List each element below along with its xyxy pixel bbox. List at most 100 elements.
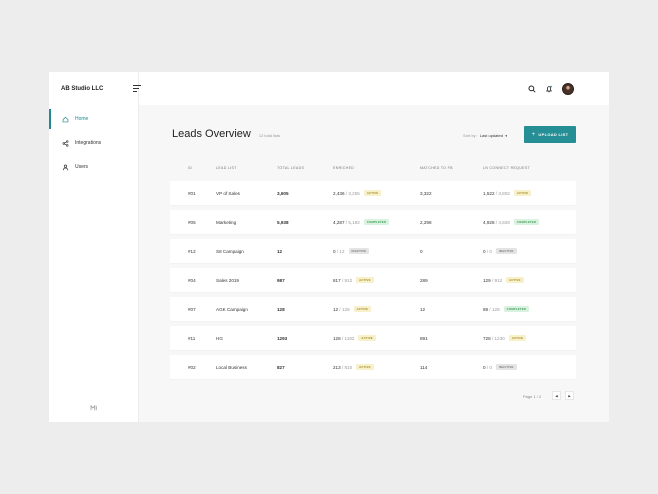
main-content: Leads Overview 12 total lists Sort by: La… — [133, 72, 609, 422]
status-badge: ACTIVE — [363, 190, 382, 196]
column-header: ID — [188, 166, 193, 170]
enriched-count: 817 — [333, 277, 341, 283]
enriched-count: 12 — [333, 306, 339, 312]
sidebar-item-home[interactable]: Home — [49, 109, 138, 129]
matched-fb-text: 289 — [420, 277, 428, 283]
lead-id: #04 — [188, 268, 196, 292]
brand-name: AB Studio LLC — [61, 86, 104, 92]
ln-total: / 0 — [486, 364, 492, 370]
matched-fb: 12 — [420, 297, 425, 321]
lead-list-text: Sales 2019 — [216, 277, 239, 283]
enriched-cell: 128 / 1192 ACTIVE — [333, 326, 376, 350]
lead-list-name: Sales 2019 — [216, 268, 239, 292]
ln-count: 129 — [483, 277, 491, 283]
sort-label: Sort by: — [463, 133, 477, 138]
prev-page-button[interactable]: ◀ — [552, 391, 561, 400]
ln-connect-cell: 728 / 1230 ACTIVE — [483, 326, 527, 350]
ln-connect-cell: 129 / 912 ACTIVE — [483, 268, 524, 292]
enriched-total: / 12 — [336, 248, 345, 254]
menu-toggle-icon[interactable] — [133, 85, 141, 92]
table-row[interactable]: #11 HG 1293 128 / 1192 ACTIVE 891 728 / 1230 AC… — [170, 326, 576, 350]
table-row[interactable]: #07 AGK Campaign 128 12 / 128 ACTIVE 12 89 / 1… — [170, 297, 576, 321]
lead-id-text: #02 — [188, 364, 196, 370]
lead-id: #12 — [188, 239, 196, 263]
user-icon — [62, 164, 69, 171]
page-title: Leads Overview — [172, 128, 251, 140]
total-leads-text: 5,938 — [277, 219, 289, 225]
table-row[interactable]: #12 S8 Campaign 12 0 / 12 INACTIVE 0 0 / 0 INAC… — [170, 239, 576, 263]
total-leads-text: 128 — [277, 306, 285, 312]
page-indicator: Page 1 / 2 — [523, 394, 542, 399]
sidebar: AB Studio LLC Home Integrations Users — [49, 72, 139, 422]
sidebar-item-integrations[interactable]: Integrations — [49, 133, 138, 153]
total-leads: 987 — [277, 268, 285, 292]
table-row[interactable]: #01 VP of Sales 3,605 2,436 / 3,255 ACTIVE 3,… — [170, 181, 576, 205]
enriched-cell: 817 / 912 ACTIVE — [333, 268, 374, 292]
share-icon — [62, 139, 69, 147]
lead-list-text: Marketing — [216, 219, 237, 225]
column-header: TOTAL LEADS — [277, 166, 305, 170]
matched-fb-text: 2,298 — [420, 219, 432, 225]
next-page-button[interactable]: ▶ — [565, 391, 574, 400]
status-badge: ACTIVE — [506, 277, 524, 283]
total-leads: 827 — [277, 355, 285, 379]
status-badge: COMPLETED — [513, 219, 540, 225]
matched-fb: 289 — [420, 268, 428, 292]
ln-count: 728 — [483, 335, 491, 341]
notification-bell-icon[interactable] — [545, 85, 553, 93]
table-row[interactable]: #02 Local Business 827 213 / 810 ACTIVE 114 0 … — [170, 355, 576, 379]
total-leads: 12 — [277, 239, 282, 263]
lead-id: #01 — [188, 181, 196, 205]
sidebar-item-label: Home — [75, 116, 89, 122]
column-header: MATCHED TO FB — [420, 166, 453, 170]
app-window: AB Studio LLC Home Integrations Users Le… — [49, 72, 609, 422]
sort-value: Last updated — [479, 133, 503, 138]
enriched-total: / 810 — [341, 364, 353, 370]
ln-total: / 3,802 — [495, 190, 510, 196]
lead-id-text: #11 — [188, 335, 196, 341]
total-leads-text: 987 — [277, 277, 285, 283]
ln-total: / 128 — [489, 306, 500, 312]
search-icon[interactable] — [528, 84, 536, 93]
lead-id-text: #04 — [188, 277, 196, 283]
matched-fb-text: 114 — [420, 364, 428, 370]
table-row[interactable]: #04 Sales 2019 987 817 / 912 ACTIVE 289 129 / … — [170, 268, 576, 292]
enriched-cell: 2,436 / 3,255 ACTIVE — [333, 181, 382, 205]
matched-fb: 114 — [420, 355, 427, 379]
status-badge: ACTIVE — [508, 335, 527, 341]
table-row[interactable]: #05 Marketing 5,938 4,287 / 5,192 COMPLETED 2… — [170, 210, 576, 234]
ln-count: 0 — [483, 248, 486, 254]
ln-connect-cell: 4,928 / 4,928 COMPLETED — [483, 210, 540, 234]
avatar[interactable] — [562, 82, 574, 95]
total-leads: 3,605 — [277, 181, 289, 205]
lead-id: #11 — [188, 326, 195, 350]
status-badge: COMPLETED — [363, 219, 390, 225]
total-leads-text: 3,605 — [277, 190, 289, 196]
status-badge: INACTIVE — [495, 364, 517, 370]
sidebar-item-label: Integrations — [75, 140, 102, 146]
page-header: Leads Overview 12 total lists — [172, 128, 280, 140]
upload-list-label: UPLOAD LIST — [538, 132, 569, 137]
ln-total: / 0 — [486, 248, 492, 254]
status-badge: ACTIVE — [356, 277, 374, 283]
sidebar-item-users[interactable]: Users — [49, 157, 138, 177]
sort-control[interactable]: Sort by: Last updated ▼ — [463, 133, 508, 138]
lead-list-text: S8 Campaign — [216, 248, 244, 254]
total-leads-text: 12 — [277, 248, 283, 254]
lead-list-text: HG — [216, 335, 223, 341]
lead-list-name: Marketing — [216, 210, 236, 234]
lead-id-text: #05 — [188, 219, 196, 225]
lead-list-text: AGK Campaign — [216, 306, 248, 312]
enriched-count: 2,436 — [333, 190, 345, 196]
matched-fb: 0 — [420, 239, 423, 263]
status-badge: INACTIVE — [348, 248, 370, 254]
leads-table: #01 VP of Sales 3,605 2,436 / 3,255 ACTIVE 3,… — [170, 181, 576, 384]
status-badge: ACTIVE — [358, 335, 376, 341]
ln-connect-cell: 0 / 0 INACTIVE — [483, 355, 517, 379]
column-header: ENRICHED — [333, 166, 355, 170]
lead-id-text: #01 — [188, 190, 196, 196]
lead-id-text: #12 — [188, 248, 196, 254]
column-header: LN CONNECT REQUEST — [483, 166, 531, 170]
upload-list-button[interactable]: + UPLOAD LIST — [524, 126, 576, 143]
ln-total: / 912 — [491, 277, 503, 283]
